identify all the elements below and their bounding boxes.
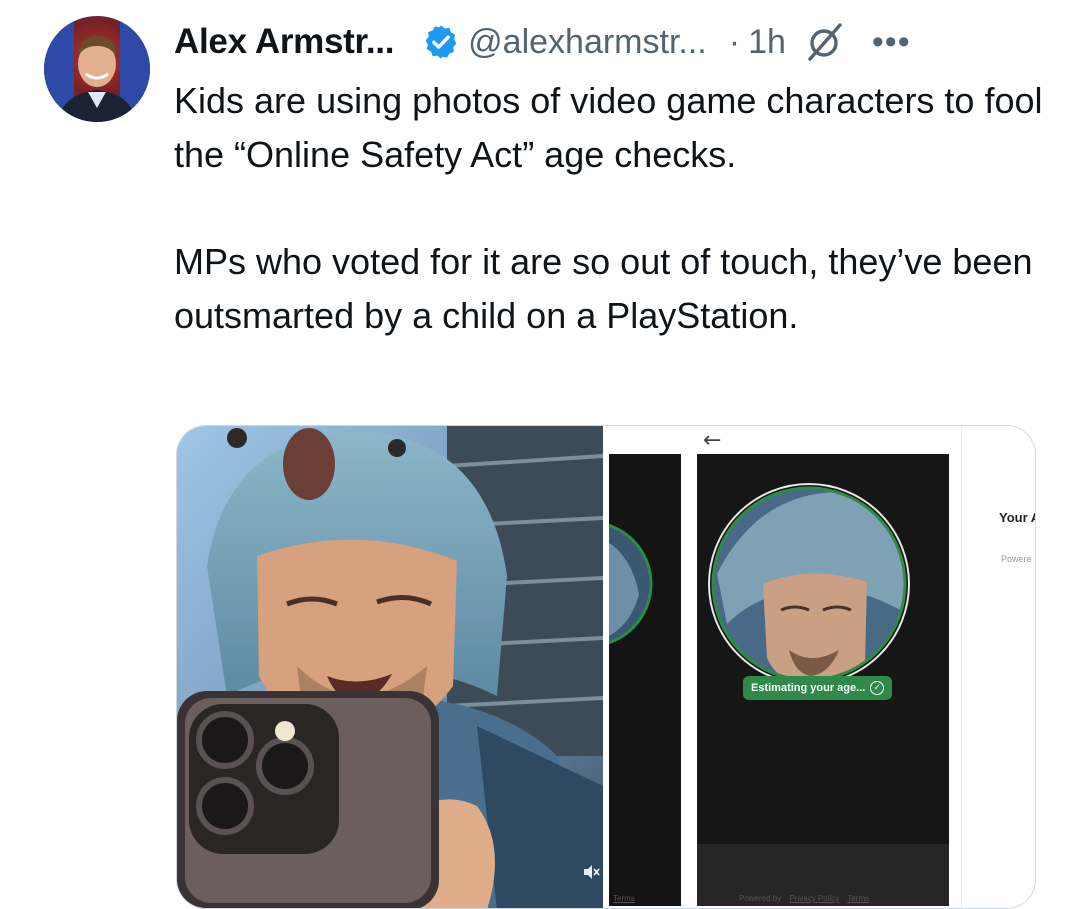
tweet-paragraph-2: MPs who voted for it are so out of touch… — [174, 241, 1033, 336]
tweet-media[interactable]: ← Estimating your age... ✓ Your Powere T… — [176, 425, 1036, 909]
tweet-paragraph-1: Kids are using photos of video game char… — [174, 80, 1043, 175]
phone-screen-side — [961, 426, 1035, 908]
check-icon: ✓ — [870, 681, 885, 695]
tweet-text: Kids are using photos of video game char… — [174, 74, 1054, 343]
age-estimate-badge: Estimating your age... ✓ — [743, 676, 893, 700]
footer-terms-left: Terms — [613, 894, 635, 903]
footer-links: Powered by Privacy Policy Terms — [739, 894, 875, 903]
tweet-header: Alex Armstr... @alexharmstr... · 1h ••• — [174, 16, 1054, 68]
media-photo-left[interactable] — [177, 426, 603, 908]
grok-icon[interactable] — [804, 21, 846, 63]
mute-icon[interactable] — [581, 862, 601, 882]
footer-terms: Terms — [847, 894, 870, 903]
media-photo-right[interactable]: ← Estimating your age... ✓ Your Powere T… — [609, 426, 1035, 908]
timestamp[interactable]: 1h — [748, 23, 786, 62]
age-estimate-text: Estimating your age... — [751, 682, 866, 694]
verified-badge-icon[interactable] — [422, 23, 460, 61]
side-powered: Powere — [1001, 554, 1032, 564]
footer-privacy: Privacy Policy — [789, 894, 840, 903]
phone-screen-partial — [609, 454, 681, 906]
footer-powered: Powered by — [739, 894, 782, 903]
avatar[interactable] — [44, 16, 150, 122]
author-name[interactable]: Alex Armstr... — [174, 22, 394, 62]
author-handle[interactable]: @alexharmstr... — [468, 23, 707, 62]
back-arrow-icon: ← — [703, 428, 722, 453]
side-title: Your A — [999, 510, 1035, 525]
more-icon[interactable]: ••• — [872, 25, 911, 59]
separator-dot: · — [728, 22, 741, 61]
